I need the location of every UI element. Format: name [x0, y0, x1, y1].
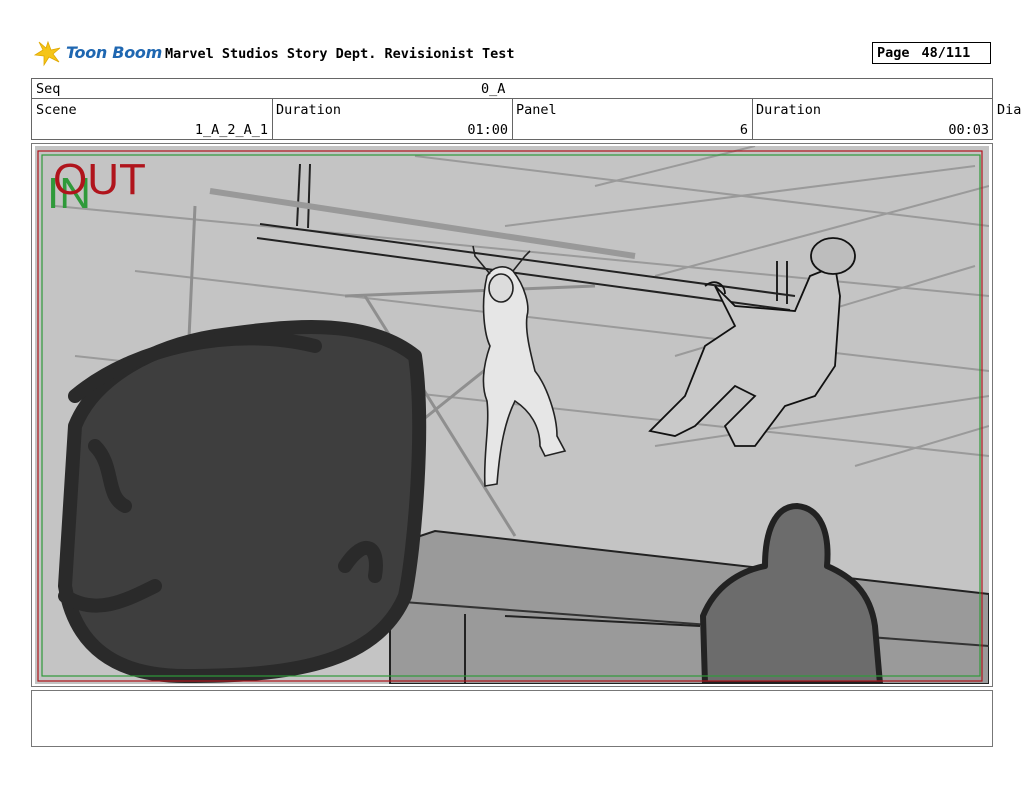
chair-silhouette [58, 320, 427, 683]
seq-value: 0_A [481, 81, 506, 97]
logo-text: Toon Boom [66, 43, 162, 62]
scene-value: 1_A_2_A_1 [194, 122, 268, 138]
panel-duration-cell: Duration 00:03 [752, 99, 993, 139]
info-row: Scene 1_A_2_A_1 Duration 01:00 Panel 6 D… [31, 99, 1021, 140]
star-burst-icon [34, 40, 61, 67]
panel-label: Panel [516, 102, 557, 118]
panel-cell: Panel 6 [512, 99, 752, 139]
document-title: Marvel Studios Story Dept. Revisionist T… [165, 46, 515, 62]
page-number: 48/111 [921, 45, 971, 61]
duration-label: Duration [276, 102, 342, 118]
scene-label: Scene [36, 102, 77, 118]
panel-duration-value: 00:03 [948, 122, 989, 138]
seq-label: Seq [36, 81, 61, 97]
page-indicator: Page 48/111 [872, 42, 991, 64]
panel-duration-label: Duration [756, 102, 822, 118]
dialogue-label: Dia [997, 102, 1022, 118]
seq-row: Seq 0_A [31, 78, 993, 99]
out-marker: OUT [53, 155, 146, 204]
duration-cell: Duration 01:00 [272, 99, 512, 139]
duration-value: 01:00 [467, 122, 508, 138]
storyboard-sketch: IN OUT [35, 146, 989, 684]
scene-cell: Scene 1_A_2_A_1 [32, 99, 272, 139]
panel-value: 6 [739, 122, 748, 138]
notes-box[interactable] [31, 690, 993, 747]
page-label: Page [877, 45, 910, 61]
